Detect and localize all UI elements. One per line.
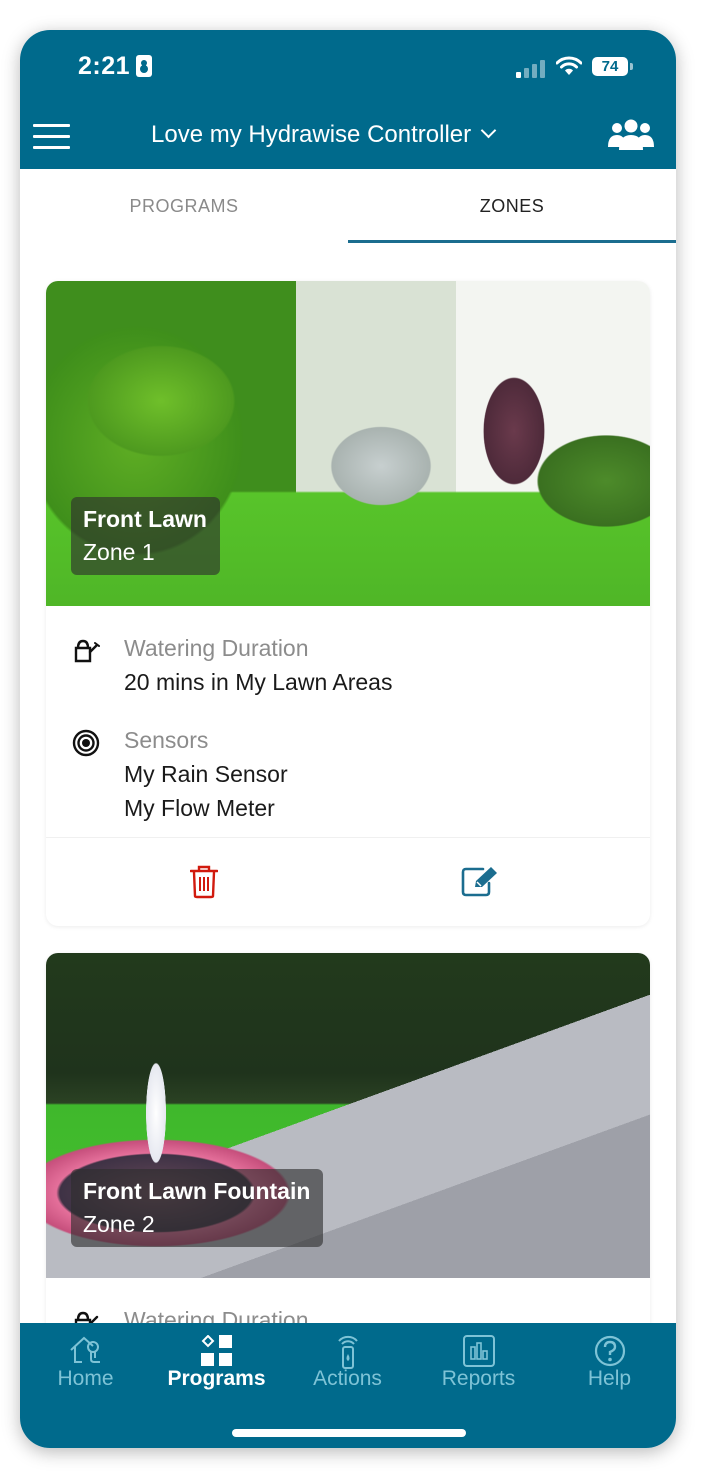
- nav-help-label: Help: [587, 1367, 632, 1390]
- sensors-row: Sensors My Rain Sensor My Flow Meter: [46, 723, 650, 825]
- watering-duration-row: Watering Duration: [46, 1303, 650, 1323]
- battery-tip: [630, 63, 633, 70]
- zone-number: Zone 2: [83, 1211, 155, 1237]
- nav-reports[interactable]: Reports: [413, 1323, 544, 1395]
- battery-indicator: 74: [592, 57, 628, 76]
- bottom-navigation: Home Programs Actions Reports Help: [20, 1323, 676, 1448]
- watering-can-icon: [74, 639, 100, 663]
- nav-actions-label: Actions: [313, 1367, 382, 1390]
- delete-zone-button[interactable]: [46, 838, 348, 926]
- cellular-signal-icon: [516, 60, 546, 78]
- top-app-bar: 2:21 74 Love my Hydrawise Controller: [20, 30, 676, 169]
- phone-screen: 2:21 74 Love my Hydrawise Controller PRO…: [20, 30, 676, 1448]
- zone-card-actions: [46, 837, 650, 926]
- nav-actions[interactable]: Actions: [282, 1323, 413, 1395]
- nav-programs-label: Programs: [167, 1367, 266, 1390]
- status-time: 2:21: [78, 52, 131, 80]
- controller-selector[interactable]: Love my Hydrawise Controller: [151, 121, 497, 149]
- watering-can-icon: [74, 1311, 99, 1323]
- users-group-icon[interactable]: [608, 118, 654, 152]
- nav-programs[interactable]: Programs: [151, 1323, 282, 1395]
- tab-bar: PROGRAMS ZONES: [20, 169, 676, 243]
- nav-home[interactable]: Home: [20, 1323, 151, 1395]
- home-indicator[interactable]: [232, 1429, 466, 1437]
- zone-number: Zone 1: [83, 539, 155, 565]
- watering-duration-row: Watering Duration 20 mins in My Lawn Are…: [46, 631, 650, 699]
- nav-home-label: Home: [57, 1367, 114, 1390]
- tab-zones[interactable]: ZONES: [348, 169, 676, 243]
- sensor-target-icon: [72, 729, 100, 757]
- sensors-label: Sensors: [124, 727, 209, 753]
- reports-icon: [462, 1335, 495, 1367]
- zone-card[interactable]: Front Lawn Fountain Zone 2 Watering Dura…: [46, 953, 650, 1323]
- home-icon: [69, 1336, 100, 1363]
- programs-icon: [200, 1335, 232, 1366]
- nav-help[interactable]: Help: [544, 1323, 675, 1395]
- zone-name: Front Lawn Fountain: [83, 1178, 311, 1204]
- hamburger-menu-icon[interactable]: [33, 124, 71, 150]
- controller-title: Love my Hydrawise Controller: [151, 121, 472, 148]
- watering-duration-value: 20 mins in My Lawn Areas: [124, 669, 393, 695]
- zones-list: Front Lawn Zone 1 Watering Duration 20 m…: [20, 243, 676, 1323]
- trash-icon: [190, 865, 218, 899]
- zone-image: Front Lawn Fountain Zone 2: [46, 953, 650, 1278]
- edit-icon: [461, 867, 497, 897]
- zone-image: Front Lawn Zone 1: [46, 281, 650, 606]
- chevron-down-icon: [480, 122, 497, 139]
- zone-card[interactable]: Front Lawn Zone 1 Watering Duration 20 m…: [46, 281, 650, 926]
- edit-zone-button[interactable]: [348, 838, 650, 926]
- actions-icon: [337, 1335, 358, 1369]
- tab-programs[interactable]: PROGRAMS: [20, 169, 348, 243]
- sensor-item: My Flow Meter: [124, 795, 275, 821]
- zone-image-label: Front Lawn Zone 1: [71, 497, 220, 575]
- zone-name: Front Lawn: [83, 506, 207, 532]
- sensor-item: My Rain Sensor: [124, 761, 288, 787]
- contact-card-icon: [136, 55, 152, 77]
- zone-image-label: Front Lawn Fountain Zone 2: [71, 1169, 324, 1247]
- nav-reports-label: Reports: [441, 1367, 516, 1390]
- watering-duration-label: Watering Duration: [124, 1307, 309, 1323]
- watering-duration-label: Watering Duration: [124, 635, 309, 661]
- help-icon: [594, 1335, 625, 1367]
- wifi-icon: [556, 56, 582, 75]
